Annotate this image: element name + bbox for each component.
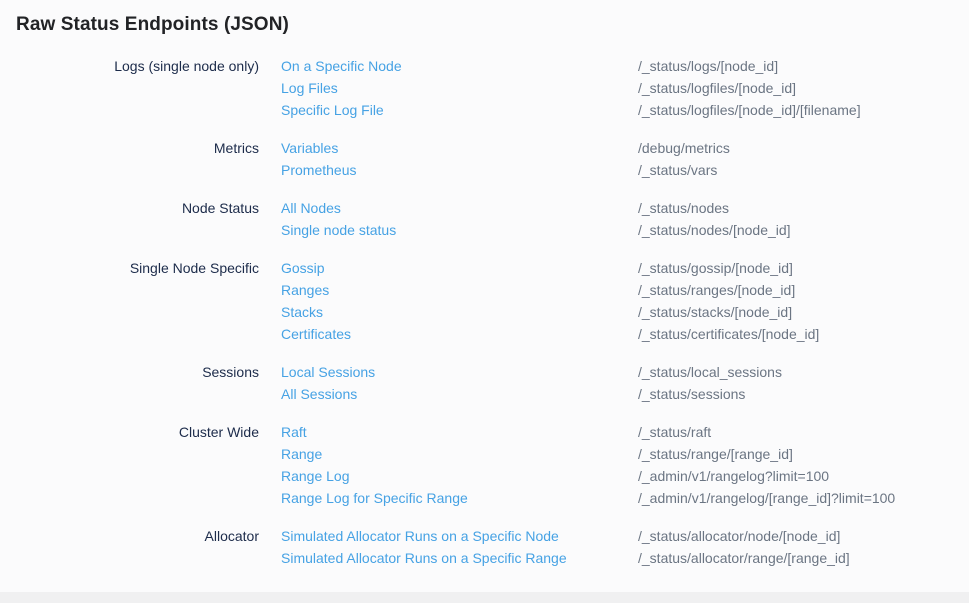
group-rows: Raft /_status/raft Range /_status/range/…: [281, 421, 969, 509]
endpoint-row: Stacks /_status/stacks/[node_id]: [281, 301, 969, 323]
raw-status-endpoints-page: Raw Status Endpoints (JSON) Logs (single…: [0, 0, 969, 569]
footer-strip: [0, 592, 969, 603]
endpoint-path: /_status/logs/[node_id]: [638, 55, 778, 77]
endpoint-row: Certificates /_status/certificates/[node…: [281, 323, 969, 345]
endpoint-link-on-a-specific-node[interactable]: On a Specific Node: [281, 55, 638, 77]
category-label: Logs (single node only): [16, 55, 259, 77]
endpoint-row: Range Log /_admin/v1/rangelog?limit=100: [281, 465, 969, 487]
endpoint-path: /_status/certificates/[node_id]: [638, 323, 819, 345]
endpoint-row: Variables /debug/metrics: [281, 137, 969, 159]
endpoint-row: Gossip /_status/gossip/[node_id]: [281, 257, 969, 279]
group-metrics: Metrics Variables /debug/metrics Prometh…: [16, 137, 969, 181]
endpoint-row: Single node status /_status/nodes/[node_…: [281, 219, 969, 241]
group-rows: Variables /debug/metrics Prometheus /_st…: [281, 137, 969, 181]
endpoint-path: /_status/vars: [638, 159, 717, 181]
endpoint-path: /_admin/v1/rangelog?limit=100: [638, 465, 829, 487]
endpoint-row: Range /_status/range/[range_id]: [281, 443, 969, 465]
group-rows: Gossip /_status/gossip/[node_id] Ranges …: [281, 257, 969, 345]
endpoint-row: Raft /_status/raft: [281, 421, 969, 443]
endpoint-path: /_status/stacks/[node_id]: [638, 301, 792, 323]
endpoint-path: /_status/ranges/[node_id]: [638, 279, 795, 301]
endpoint-row: Specific Log File /_status/logfiles/[nod…: [281, 99, 969, 121]
endpoint-link-log-files[interactable]: Log Files: [281, 77, 638, 99]
endpoint-path: /_status/gossip/[node_id]: [638, 257, 793, 279]
endpoint-row: Simulated Allocator Runs on a Specific N…: [281, 525, 969, 547]
endpoint-link-certificates[interactable]: Certificates: [281, 323, 638, 345]
group-node-status: Node Status All Nodes /_status/nodes Sin…: [16, 197, 969, 241]
category-label: Sessions: [16, 361, 259, 383]
endpoint-path: /debug/metrics: [638, 137, 730, 159]
category-label: Single Node Specific: [16, 257, 259, 279]
endpoint-link-single-node-status[interactable]: Single node status: [281, 219, 638, 241]
endpoint-path: /_status/nodes: [638, 197, 729, 219]
endpoint-row: On a Specific Node /_status/logs/[node_i…: [281, 55, 969, 77]
endpoint-row: All Nodes /_status/nodes: [281, 197, 969, 219]
endpoint-path: /_status/raft: [638, 421, 711, 443]
endpoint-link-stacks[interactable]: Stacks: [281, 301, 638, 323]
category-label: Allocator: [16, 525, 259, 547]
endpoint-row: Log Files /_status/logfiles/[node_id]: [281, 77, 969, 99]
page-title: Raw Status Endpoints (JSON): [16, 12, 969, 38]
group-rows: On a Specific Node /_status/logs/[node_i…: [281, 55, 969, 121]
group-rows: Simulated Allocator Runs on a Specific N…: [281, 525, 969, 569]
endpoint-path: /_status/sessions: [638, 383, 745, 405]
endpoint-row: All Sessions /_status/sessions: [281, 383, 969, 405]
endpoint-link-raft[interactable]: Raft: [281, 421, 638, 443]
endpoint-path: /_status/allocator/node/[node_id]: [638, 525, 840, 547]
group-sessions: Sessions Local Sessions /_status/local_s…: [16, 361, 969, 405]
category-label: Cluster Wide: [16, 421, 259, 443]
endpoint-link-all-nodes[interactable]: All Nodes: [281, 197, 638, 219]
endpoint-link-local-sessions[interactable]: Local Sessions: [281, 361, 638, 383]
endpoint-link-ranges[interactable]: Ranges: [281, 279, 638, 301]
endpoint-link-range-log-specific-range[interactable]: Range Log for Specific Range: [281, 487, 638, 509]
category-label: Node Status: [16, 197, 259, 219]
group-cluster-wide: Cluster Wide Raft /_status/raft Range /_…: [16, 421, 969, 509]
endpoint-row: Simulated Allocator Runs on a Specific R…: [281, 547, 969, 569]
endpoint-path: /_status/range/[range_id]: [638, 443, 793, 465]
endpoint-link-prometheus[interactable]: Prometheus: [281, 159, 638, 181]
endpoint-path: /_status/logfiles/[node_id]: [638, 77, 796, 99]
group-single-node-specific: Single Node Specific Gossip /_status/gos…: [16, 257, 969, 345]
group-rows: All Nodes /_status/nodes Single node sta…: [281, 197, 969, 241]
group-logs: Logs (single node only) On a Specific No…: [16, 55, 969, 121]
endpoint-link-simulated-allocator-node[interactable]: Simulated Allocator Runs on a Specific N…: [281, 525, 638, 547]
endpoint-link-all-sessions[interactable]: All Sessions: [281, 383, 638, 405]
endpoint-link-simulated-allocator-range[interactable]: Simulated Allocator Runs on a Specific R…: [281, 547, 638, 569]
endpoint-row: Range Log for Specific Range /_admin/v1/…: [281, 487, 969, 509]
endpoint-row: Ranges /_status/ranges/[node_id]: [281, 279, 969, 301]
group-allocator: Allocator Simulated Allocator Runs on a …: [16, 525, 969, 569]
endpoint-path: /_status/allocator/range/[range_id]: [638, 547, 850, 569]
endpoint-link-range-log[interactable]: Range Log: [281, 465, 638, 487]
category-label: Metrics: [16, 137, 259, 159]
endpoint-row: Prometheus /_status/vars: [281, 159, 969, 181]
endpoint-path: /_status/local_sessions: [638, 361, 782, 383]
endpoint-path: /_status/nodes/[node_id]: [638, 219, 791, 241]
endpoint-link-specific-log-file[interactable]: Specific Log File: [281, 99, 638, 121]
endpoint-link-range[interactable]: Range: [281, 443, 638, 465]
endpoint-path: /_status/logfiles/[node_id]/[filename]: [638, 99, 861, 121]
endpoint-path: /_admin/v1/rangelog/[range_id]?limit=100: [638, 487, 895, 509]
endpoint-link-gossip[interactable]: Gossip: [281, 257, 638, 279]
endpoint-row: Local Sessions /_status/local_sessions: [281, 361, 969, 383]
endpoint-link-variables[interactable]: Variables: [281, 137, 638, 159]
group-rows: Local Sessions /_status/local_sessions A…: [281, 361, 969, 405]
